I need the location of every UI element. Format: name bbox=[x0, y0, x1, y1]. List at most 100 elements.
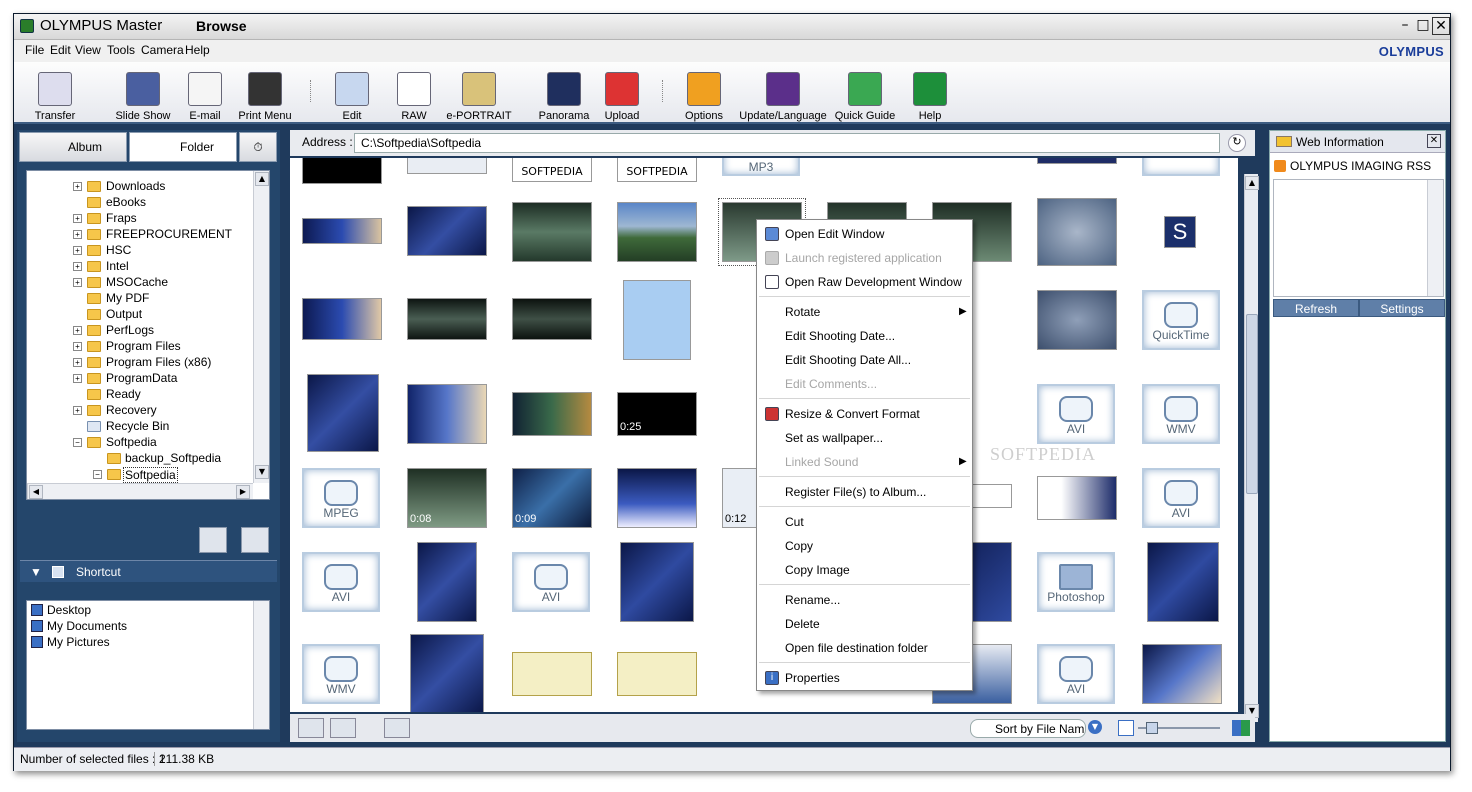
menu-cut[interactable]: Cut bbox=[785, 515, 804, 529]
shortcut-scrollbar[interactable] bbox=[253, 601, 269, 729]
thumbnail[interactable] bbox=[407, 206, 487, 256]
thumbnail[interactable] bbox=[302, 218, 382, 244]
menu-open-destination-folder[interactable]: Open file destination folder bbox=[785, 641, 928, 655]
thumbnail[interactable] bbox=[617, 468, 697, 528]
thumbnail[interactable] bbox=[302, 158, 382, 184]
thumbnail[interactable] bbox=[407, 158, 487, 174]
tree-hscrollbar[interactable]: ◀ ▶ bbox=[27, 483, 253, 499]
menu-view[interactable]: View bbox=[75, 43, 101, 57]
large-grid-icon[interactable] bbox=[1232, 720, 1250, 736]
menu-edit[interactable]: Edit bbox=[50, 43, 71, 57]
rotate-right-icon[interactable] bbox=[330, 718, 356, 738]
menu-help[interactable]: Help bbox=[185, 43, 210, 57]
scroll-up-icon[interactable]: ▲ bbox=[1245, 176, 1259, 190]
thumbnail[interactable]: AVI bbox=[512, 552, 590, 612]
video-thumbnail[interactable]: 0:09 bbox=[512, 468, 592, 528]
thumbnail[interactable] bbox=[410, 634, 484, 712]
print-menu-button[interactable]: Print Menu bbox=[234, 66, 296, 124]
upload-button[interactable]: Upload bbox=[600, 66, 644, 124]
menu-rotate[interactable]: Rotate bbox=[785, 305, 820, 319]
thumbnail[interactable]: MP3 bbox=[722, 158, 800, 176]
thumbnail[interactable]: AVI bbox=[1142, 468, 1220, 528]
rss-feed-item[interactable]: OLYMPUS IMAGING RSS bbox=[1274, 159, 1431, 173]
panorama-button[interactable]: Panorama bbox=[536, 66, 592, 124]
menu-resize-convert[interactable]: Resize & Convert Format bbox=[785, 407, 920, 421]
menu-file[interactable]: File bbox=[25, 43, 44, 57]
thumbnail[interactable] bbox=[1037, 476, 1117, 520]
thumbnail[interactable] bbox=[617, 202, 697, 262]
thumbnail[interactable]: AVI bbox=[302, 552, 380, 612]
small-grid-icon[interactable] bbox=[1118, 720, 1134, 736]
thumbnail[interactable] bbox=[1037, 158, 1117, 164]
menu-set-wallpaper[interactable]: Set as wallpaper... bbox=[785, 431, 883, 445]
thumbnail[interactable] bbox=[620, 542, 694, 622]
menu-rename[interactable]: Rename... bbox=[785, 593, 840, 607]
tree-scrollbar[interactable]: ▲ ▼ bbox=[253, 171, 269, 483]
scroll-thumb[interactable] bbox=[1246, 314, 1258, 494]
thumbnail[interactable]: AVI bbox=[1037, 644, 1115, 704]
folder-shortcut-icon[interactable] bbox=[241, 527, 269, 553]
address-field[interactable]: C:\Softpedia\Softpedia bbox=[354, 133, 1220, 153]
thumbnail[interactable]: Photoshop bbox=[1037, 552, 1115, 612]
scroll-up-icon[interactable]: ▲ bbox=[255, 172, 269, 186]
web-info-scrollbar[interactable] bbox=[1427, 180, 1443, 296]
thumbnail[interactable] bbox=[1142, 158, 1220, 176]
tab-folder[interactable]: Folder bbox=[129, 132, 237, 162]
thumbnail[interactable]: QuickTime bbox=[1142, 290, 1220, 350]
thumbnail[interactable] bbox=[623, 280, 691, 360]
maximize-button[interactable]: □ bbox=[1414, 17, 1432, 35]
thumbnail[interactable]: MPEG bbox=[302, 468, 380, 528]
thumbnail[interactable] bbox=[407, 384, 487, 444]
thumbnail[interactable] bbox=[617, 652, 697, 696]
raw-button[interactable]: RAW bbox=[392, 66, 436, 124]
thumbnail[interactable] bbox=[407, 298, 487, 340]
edit-button[interactable]: Edit bbox=[330, 66, 374, 124]
thumbnail[interactable] bbox=[417, 542, 477, 622]
sort-dropdown[interactable]: Sort by File Nam bbox=[970, 719, 1086, 738]
refresh-button[interactable]: Refresh bbox=[1273, 299, 1359, 317]
thumbnail[interactable] bbox=[512, 392, 592, 436]
scroll-left-icon[interactable]: ◀ bbox=[29, 485, 43, 499]
thumbnail[interactable]: WMV bbox=[302, 644, 380, 704]
shortcut-item-pictures[interactable]: My Pictures bbox=[31, 635, 110, 651]
tab-album[interactable]: Album bbox=[19, 132, 127, 162]
softpedia-s-icon[interactable]: S bbox=[1164, 216, 1196, 248]
quick-guide-button[interactable]: Quick Guide bbox=[832, 66, 898, 124]
menu-open-edit-window[interactable]: Open Edit Window bbox=[785, 227, 884, 241]
thumbnail[interactable] bbox=[512, 652, 592, 696]
thumbnail[interactable]: SOFTPEDIA bbox=[512, 158, 592, 182]
update-language-button[interactable]: Update/Language bbox=[736, 66, 830, 124]
grid-scrollbar[interactable]: ▲ ▼ bbox=[1244, 174, 1259, 722]
menu-edit-shooting-date-all[interactable]: Edit Shooting Date All... bbox=[785, 353, 911, 367]
menu-register-to-album[interactable]: Register File(s) to Album... bbox=[785, 485, 926, 499]
thumbnail[interactable] bbox=[307, 374, 379, 452]
slide-show-button[interactable]: Slide Show bbox=[110, 66, 176, 124]
menu-copy[interactable]: Copy bbox=[785, 539, 813, 553]
close-icon[interactable]: ✕ bbox=[1427, 134, 1441, 148]
email-button[interactable]: E-mail bbox=[182, 66, 228, 124]
thumbnail[interactable] bbox=[512, 202, 592, 262]
menu-copy-image[interactable]: Copy Image bbox=[785, 563, 850, 577]
menu-edit-shooting-date[interactable]: Edit Shooting Date... bbox=[785, 329, 895, 343]
refresh-icon[interactable]: ↻ bbox=[1228, 134, 1246, 152]
thumbnail[interactable] bbox=[1037, 198, 1117, 266]
help-button[interactable]: Help bbox=[908, 66, 952, 124]
menu-delete[interactable]: Delete bbox=[785, 617, 820, 631]
thumbnail[interactable] bbox=[512, 298, 592, 340]
thumbnail[interactable]: SOFTPEDIA bbox=[617, 158, 697, 182]
thumbnail[interactable] bbox=[1147, 542, 1219, 622]
thumbnail[interactable] bbox=[1037, 290, 1117, 350]
thumbnail[interactable]: AVI bbox=[1037, 384, 1115, 444]
shortcut-header[interactable]: ▼ Shortcut bbox=[20, 560, 277, 582]
chevron-down-icon[interactable]: ▼ bbox=[1088, 720, 1102, 734]
thumbnail[interactable]: WMV bbox=[1142, 384, 1220, 444]
options-button[interactable]: Options bbox=[680, 66, 728, 124]
transfer-button[interactable]: Transfer bbox=[26, 66, 84, 124]
minimize-button[interactable]: – bbox=[1396, 17, 1414, 35]
settings-button[interactable]: Settings bbox=[1359, 299, 1445, 317]
thumbnail[interactable] bbox=[1142, 644, 1222, 704]
menu-camera[interactable]: Camera bbox=[141, 43, 184, 57]
add-to-album-icon[interactable] bbox=[384, 718, 410, 738]
menu-properties[interactable]: Properties bbox=[785, 671, 840, 685]
scroll-down-icon[interactable]: ▼ bbox=[255, 465, 269, 479]
